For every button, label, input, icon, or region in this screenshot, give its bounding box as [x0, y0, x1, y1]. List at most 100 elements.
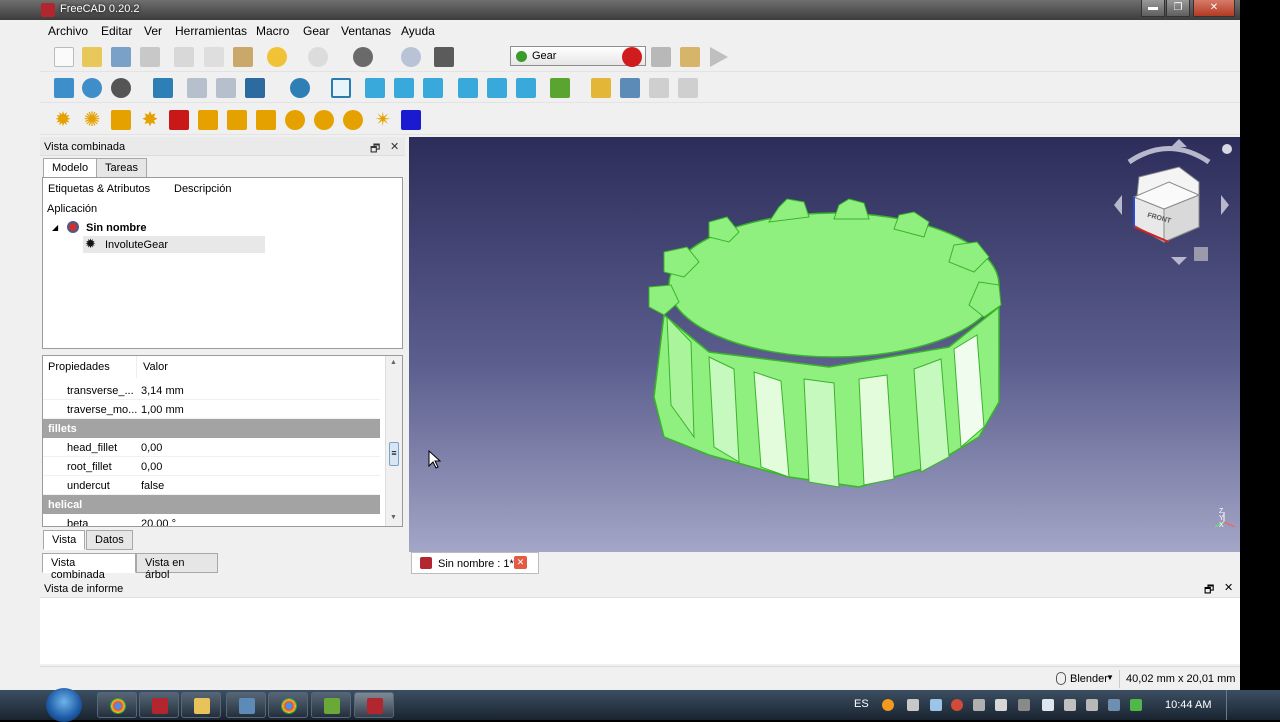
refresh-icon[interactable]: [401, 47, 421, 67]
tray-network-2-icon[interactable]: [1108, 699, 1120, 711]
menu-ventanas[interactable]: Ventanas: [341, 24, 391, 38]
sync-view-icon[interactable]: [245, 78, 265, 98]
prop-row-traverse_mo[interactable]: traverse_mo... 1,00 mm: [43, 400, 380, 419]
menu-ayuda[interactable]: Ayuda: [401, 24, 435, 38]
prop-row-head_fillet[interactable]: head_fillet 0,00: [43, 438, 380, 457]
hypocycloid-gear-icon[interactable]: [343, 110, 363, 130]
cycloid-rack-icon[interactable]: [169, 110, 189, 130]
link-actions-icon[interactable]: [678, 78, 698, 98]
close-panel-icon[interactable]: ✕: [390, 140, 399, 153]
link-icon[interactable]: [649, 78, 669, 98]
maximize-button[interactable]: ❐: [1166, 0, 1190, 17]
document-tab[interactable]: Sin nombre : 1* ✕: [411, 552, 539, 574]
right-view-icon[interactable]: [423, 78, 443, 98]
prop-value[interactable]: 1,00 mm: [141, 404, 184, 416]
prop-group-helical[interactable]: helical: [43, 495, 380, 514]
scroll-up-arrow[interactable]: ▲: [390, 359, 397, 366]
cut-icon[interactable]: [174, 47, 194, 67]
scroll-down-arrow[interactable]: ▼: [390, 514, 397, 521]
worm-gear-icon[interactable]: [256, 110, 276, 130]
cycloid-gear-icon[interactable]: ✸: [139, 109, 161, 131]
timing-gear-icon[interactable]: [285, 110, 305, 130]
menu-archivo[interactable]: Archivo: [48, 24, 88, 38]
tree-expand-icon[interactable]: ◢: [52, 223, 58, 232]
fit-selection-icon[interactable]: [82, 78, 102, 98]
copy-icon[interactable]: [204, 47, 224, 67]
input-language[interactable]: ES: [854, 698, 869, 710]
3d-viewport[interactable]: FRONT Z Y X: [409, 137, 1240, 552]
prop-row-transverse_[interactable]: transverse_... 3,14 mm: [43, 381, 380, 400]
close-tab-icon[interactable]: ✕: [514, 556, 527, 569]
isometric-view-icon[interactable]: [331, 78, 351, 98]
prop-value[interactable]: 3,14 mm: [141, 385, 184, 397]
show-desktop-button[interactable]: [1226, 690, 1240, 720]
prop-value[interactable]: false: [141, 480, 164, 492]
draw-style-icon[interactable]: [111, 78, 131, 98]
menu-ver[interactable]: Ver: [144, 24, 162, 38]
prop-value[interactable]: 0,00: [141, 442, 162, 454]
menu-macro[interactable]: Macro: [256, 24, 289, 38]
tab-vista-en-arbol[interactable]: Vista en árbol: [136, 553, 218, 581]
gear-distance-icon[interactable]: [401, 110, 421, 130]
internal-gear-icon[interactable]: ✺: [81, 109, 103, 131]
crown-gear-icon[interactable]: [227, 110, 247, 130]
menu-editar[interactable]: Editar: [101, 24, 132, 38]
menu-gear[interactable]: Gear: [303, 24, 330, 38]
taskbar-app[interactable]: [226, 692, 266, 718]
prop-row-beta[interactable]: beta 20,00 °: [43, 514, 380, 526]
lantern-gear-icon[interactable]: [314, 110, 334, 130]
macro-run-icon[interactable]: [710, 47, 728, 67]
zoom-icon[interactable]: [290, 78, 310, 98]
tray-green-icon[interactable]: [1130, 699, 1142, 711]
tab-modelo[interactable]: Modelo: [43, 158, 98, 178]
prop-row-root_fillet[interactable]: root_fillet 0,00: [43, 457, 380, 476]
tree-document-label[interactable]: Sin nombre: [86, 222, 147, 234]
left-view-icon[interactable]: [516, 78, 536, 98]
navigation-cube[interactable]: [1114, 139, 1232, 265]
clock[interactable]: 10:44 AM: [1165, 699, 1211, 711]
new-document-icon[interactable]: [54, 47, 74, 67]
prop-value[interactable]: 0,00: [141, 461, 162, 473]
tree-item-involutegear[interactable]: ✹ InvoluteGear: [83, 236, 265, 253]
taskbar-explorer[interactable]: [181, 692, 221, 718]
tab-vista[interactable]: Vista: [43, 530, 86, 550]
taskbar-freecad-1[interactable]: [139, 692, 179, 718]
tab-vista-combinada[interactable]: Vista combinada: [42, 553, 136, 581]
taskbar-media[interactable]: [311, 692, 351, 718]
measure-icon[interactable]: [550, 78, 570, 98]
bounding-box-icon[interactable]: [153, 78, 173, 98]
prop-group-fillets[interactable]: fillets: [43, 419, 380, 438]
involute-gear-icon[interactable]: ✹: [52, 109, 74, 131]
top-view-icon[interactable]: [394, 78, 414, 98]
print-icon[interactable]: [140, 47, 160, 67]
bevel-gear-icon[interactable]: [198, 110, 218, 130]
scroll-thumb[interactable]: ≡: [389, 442, 399, 466]
gear-connector-icon[interactable]: ✴: [372, 109, 394, 131]
close-window-button[interactable]: ✕: [1193, 0, 1235, 17]
group-folder-icon[interactable]: [620, 78, 640, 98]
rear-view-icon[interactable]: [458, 78, 478, 98]
redo-icon[interactable]: [308, 47, 328, 67]
involute-gear-model[interactable]: [648, 198, 1002, 488]
forward-arrow-icon[interactable]: [216, 78, 236, 98]
tree-col-labels[interactable]: Etiquetas & Atributos: [43, 178, 168, 200]
undo-icon[interactable]: [267, 47, 287, 67]
tab-datos[interactable]: Datos: [86, 530, 133, 550]
float-report-icon[interactable]: 🗗: [1204, 581, 1214, 600]
bluetooth-icon[interactable]: [1042, 699, 1054, 711]
taskbar-chrome[interactable]: [97, 692, 137, 718]
property-scrollbar[interactable]: ▲ ≡ ▼: [385, 356, 402, 526]
rack-icon[interactable]: [111, 110, 131, 130]
fit-all-icon[interactable]: [54, 78, 74, 98]
tray-app-icon[interactable]: [973, 699, 985, 711]
macro-record-icon[interactable]: [622, 47, 642, 67]
paste-icon[interactable]: [233, 47, 253, 67]
back-arrow-icon[interactable]: [187, 78, 207, 98]
tab-tareas[interactable]: Tareas: [96, 158, 148, 178]
prop-value[interactable]: 20,00 °: [141, 518, 176, 526]
float-panel-icon[interactable]: 🗗: [370, 140, 380, 159]
navigation-style[interactable]: Blender: [1070, 673, 1108, 685]
prop-row-undercut[interactable]: undercut false: [43, 476, 380, 495]
tray-icon-3[interactable]: [1086, 699, 1098, 711]
taskbar-freecad-active[interactable]: [354, 692, 394, 718]
